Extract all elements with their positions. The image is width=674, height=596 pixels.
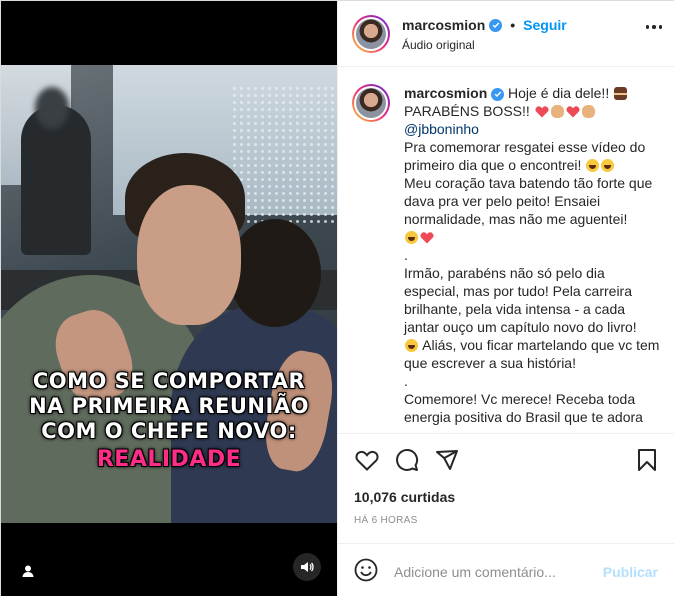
post-sidebar: marcosmion • Seguir Áudio original marco… [337, 1, 674, 596]
emoji-icon[interactable] [354, 558, 380, 584]
background-person-head [35, 87, 69, 129]
background-pattern [231, 85, 337, 225]
caption-text: PARABÉNS BOSS!! [404, 103, 534, 119]
caption-separator: . [404, 373, 408, 389]
caption-section: marcosmion Hoje é dia dele!! PARABÉNS BO… [338, 68, 674, 434]
caption-text: Aliás, vou ficar martelando que vc tem q… [404, 337, 664, 371]
caption-text: Hoje é dia dele!! [504, 85, 614, 101]
caption-text: Comemore! Vc merece! Receba toda energia… [404, 391, 643, 425]
person-smiling-face [137, 185, 241, 325]
publish-button[interactable]: Publicar [603, 564, 658, 580]
post-dialog: COMO SE COMPORTAR NA PRIMEIRA REUNIÃO CO… [0, 0, 674, 596]
mute-icon[interactable] [293, 553, 321, 581]
add-comment-bar: Publicar [338, 543, 674, 596]
likes-count[interactable]: 10,076 curtidas [354, 489, 455, 505]
verified-badge-icon [491, 87, 505, 101]
verified-badge-icon [489, 18, 503, 32]
cake-emoji [614, 87, 628, 100]
share-icon[interactable] [434, 447, 460, 473]
heart-icon[interactable] [354, 447, 380, 473]
mention-link[interactable]: @jbboninho [404, 121, 479, 137]
person-back-of-head [229, 219, 321, 327]
audio-label[interactable]: Áudio original [402, 38, 475, 52]
caption-username[interactable]: marcosmion [404, 85, 487, 101]
avatar[interactable] [352, 84, 390, 122]
separator-dot: • [510, 17, 516, 33]
laughing-emoji [405, 231, 418, 244]
comment-input[interactable] [394, 558, 594, 586]
avatar[interactable] [352, 15, 390, 53]
red-heart-emoji [566, 106, 580, 118]
caption-separator: . [404, 247, 408, 263]
video-caption-highlight: REALIDADE [96, 447, 242, 472]
comment-icon[interactable] [394, 447, 420, 473]
laughing-emoji [586, 159, 600, 172]
header-username[interactable]: marcosmion [402, 17, 485, 33]
laughing-emoji [601, 159, 615, 172]
clap-emoji [550, 105, 564, 118]
video-caption-line: COM O CHEFE NOVO: [41, 419, 297, 443]
post-caption: marcosmion Hoje é dia dele!! PARABÉNS BO… [404, 84, 662, 426]
post-timestamp[interactable]: HÁ 6 HORAS [354, 515, 418, 526]
post-media[interactable]: COMO SE COMPORTAR NA PRIMEIRA REUNIÃO CO… [1, 1, 337, 596]
action-bar [338, 441, 674, 481]
bookmark-icon[interactable] [634, 447, 660, 473]
clap-emoji [581, 105, 595, 118]
post-header: marcosmion • Seguir Áudio original [338, 1, 674, 67]
video-caption-line: COMO SE COMPORTAR [32, 369, 306, 393]
user-tag-icon[interactable] [15, 558, 41, 584]
laughing-emoji [405, 339, 418, 352]
video-caption-line: NA PRIMEIRA REUNIÃO [29, 394, 309, 418]
follow-button[interactable]: Seguir [523, 17, 567, 33]
red-heart-emoji [535, 106, 549, 118]
caption-text: Meu coração tava batendo tão forte que d… [404, 175, 657, 227]
red-heart-emoji [420, 232, 434, 244]
caption-text: Irmão, parabéns não só pelo dia especial… [404, 265, 637, 335]
more-options-icon[interactable] [645, 25, 662, 29]
